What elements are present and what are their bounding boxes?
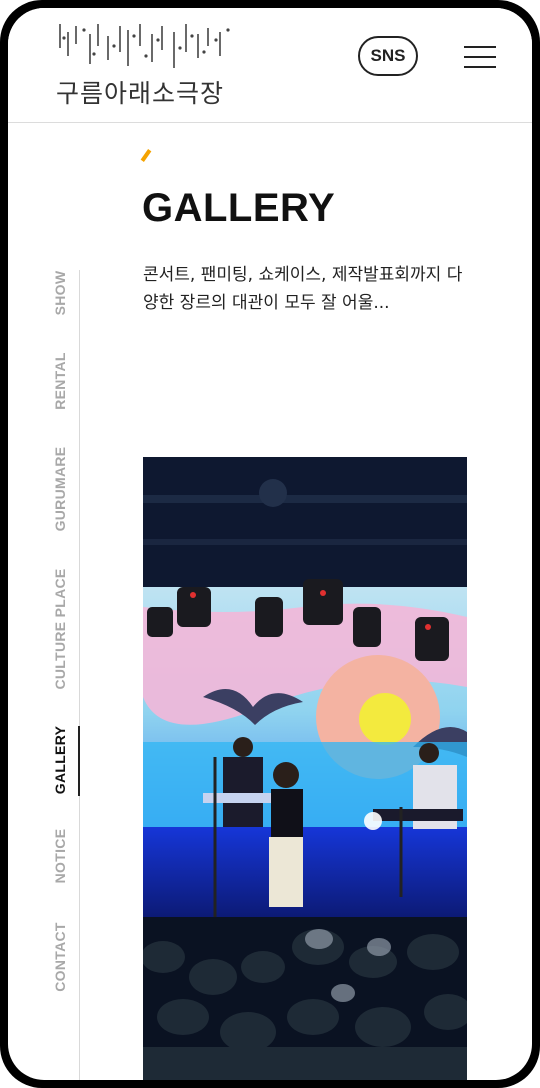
side-nav-active-indicator [78, 726, 80, 796]
side-nav-label: CULTURE PLACE [52, 568, 68, 690]
site-logo[interactable]: 구름아래소극장 [48, 16, 238, 116]
screen: 구름아래소극장 SNS GALLERY 콘서트, 팬미팅, 쇼케이스, 제작발표… [8, 8, 532, 1080]
menu-bar [464, 66, 496, 68]
menu-bar [464, 56, 496, 58]
device-frame: 구름아래소극장 SNS GALLERY 콘서트, 팬미팅, 쇼케이스, 제작발표… [0, 0, 540, 1088]
accent-slash-icon [140, 149, 152, 162]
menu-bar [464, 46, 496, 48]
site-header: 구름아래소극장 SNS [8, 8, 532, 123]
side-nav-label: NOTICE [52, 828, 68, 884]
side-nav-label: RENTAL [52, 352, 68, 410]
concert-stage-image [143, 457, 467, 1080]
page-description: 콘서트, 팬미팅, 쇼케이스, 제작발표회까지 다양한 장르의 대관이 모두 잘… [143, 265, 463, 313]
hamburger-menu-icon[interactable] [464, 44, 498, 70]
sns-button[interactable]: SNS [358, 36, 418, 76]
side-nav-label: GURUMARE [52, 446, 68, 532]
side-nav-line [79, 270, 80, 1080]
logo-text: 구름아래소극장 [56, 79, 225, 108]
side-nav-label: CONTACT [52, 922, 68, 992]
side-nav-label: GALLERY [52, 725, 68, 795]
page-title: GALLERY [142, 186, 336, 230]
logo-soundwave-mark [59, 24, 230, 68]
gallery-photo[interactable] [143, 457, 467, 1080]
side-nav-label: SHOW [52, 270, 68, 316]
